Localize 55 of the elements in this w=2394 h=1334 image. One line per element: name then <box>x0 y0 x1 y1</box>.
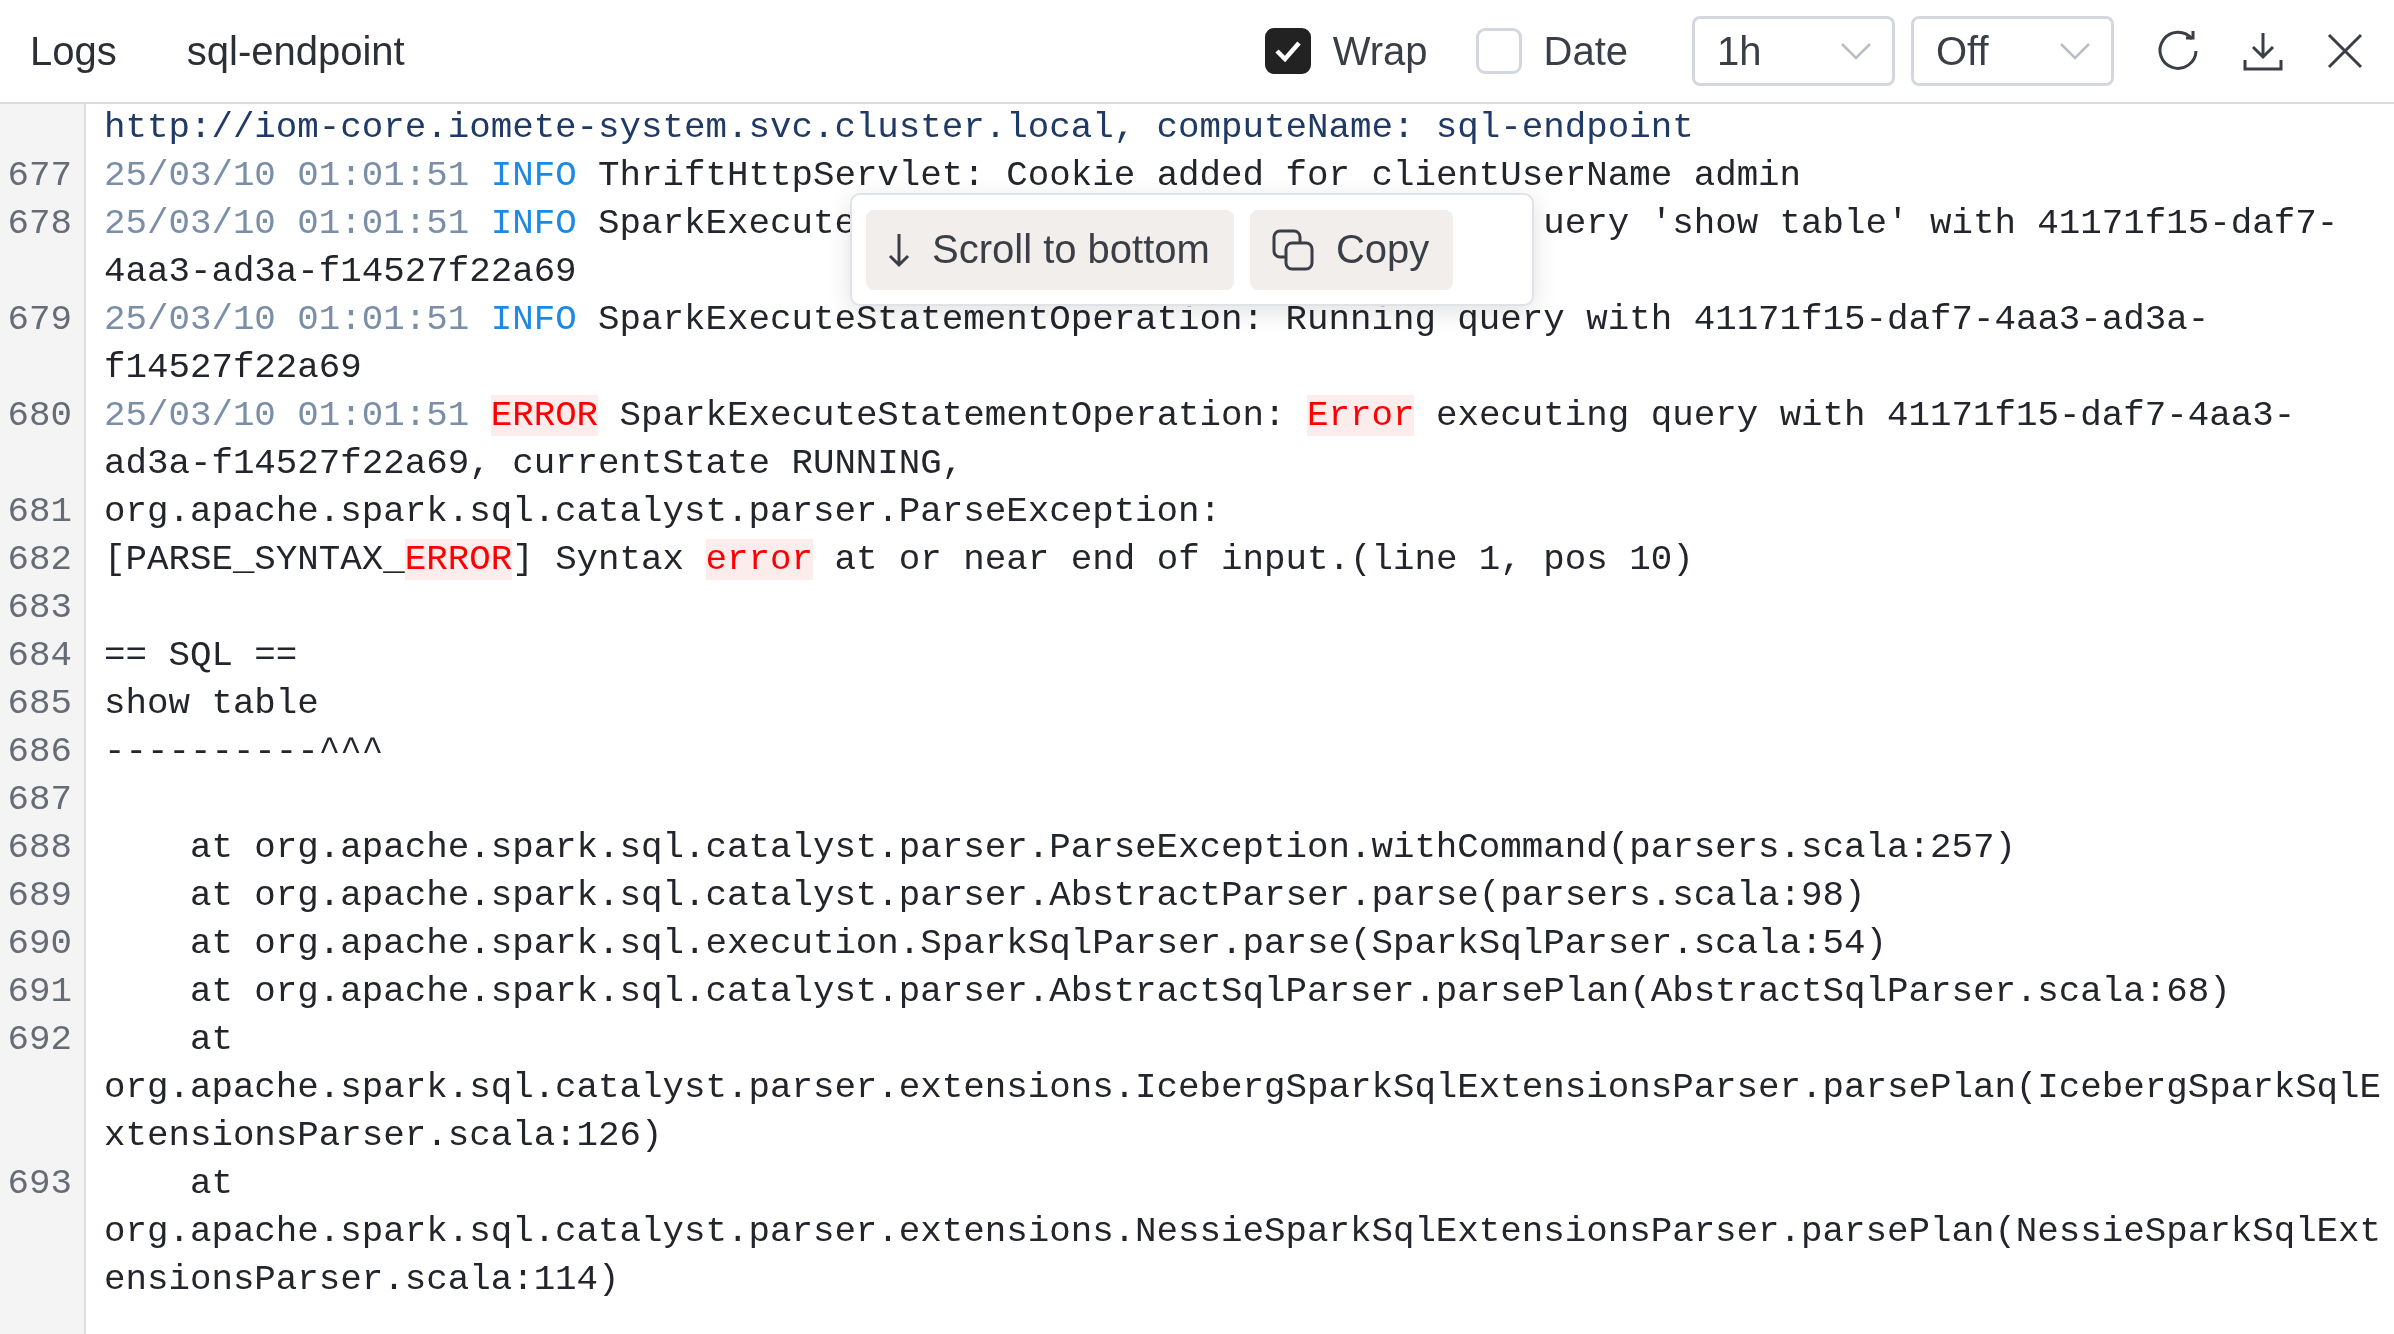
arrow-down-icon <box>888 231 910 268</box>
line-number: 679 <box>7 299 72 340</box>
download-icon[interactable] <box>2242 30 2284 72</box>
log-text: at org.apache.spark.sql.catalyst.parser.AbstractParser.parse(parsers.scala:98) <box>188 875 1866 916</box>
copy-icon <box>1271 228 1314 271</box>
log-text: at org.apache.spark.sql.execution.SparkSqlParser.parse(SparkSqlParser.scala:54) <box>188 923 1887 964</box>
line-number: 680 <box>7 395 72 436</box>
log-text: org.apache.spark.sql.catalyst.parser.extensions.IcebergSparkSqlExtensionsParser.parsePlan(IcebergSparkSqlE <box>104 1067 2382 1108</box>
line-number: 681 <box>7 491 72 532</box>
log-text: at org.apache.spark.sql.catalyst.parser.ParseException.withCommand(parsers.scala:257) <box>188 827 2016 868</box>
log-text: 25/03/10 01:01:51 ERROR SparkExecuteStatementOperation: Error executing query with 41171f15-daf7-4aa3- <box>104 395 2296 436</box>
toolbar-button[interactable]: Copy <box>1249 209 1454 290</box>
log-text: ----------^^^ <box>104 731 384 772</box>
line-number: 690 <box>7 923 72 964</box>
checkbox-label[interactable]: Date <box>1543 28 1628 74</box>
line-number: 682 <box>7 539 72 580</box>
checkmark-icon <box>1273 40 1302 62</box>
line-number: 691 <box>7 971 72 1012</box>
line-number: 686 <box>7 731 72 772</box>
line-number: 683 <box>7 587 72 628</box>
log-text: 4aa3-ad3a-f14527f22a69 <box>104 251 577 292</box>
log-text: ensionsParser.scala:114) <box>104 1259 620 1300</box>
line-number: 678 <box>7 203 72 244</box>
log-text: show table <box>104 683 319 724</box>
dropdown[interactable]: Off <box>1911 16 2114 86</box>
line-number: 684 <box>7 635 72 676</box>
log-text: xtensionsParser.scala:126) <box>104 1115 663 1156</box>
chevron-down-icon <box>1840 42 1872 60</box>
log-text: at org.apache.spark.sql.catalyst.parser.AbstractSqlParser.parsePlan(AbstractSqlParser.scala:68) <box>188 971 2231 1012</box>
log-text: ad3a-f14527f22a69, currentState RUNNING, <box>104 443 964 484</box>
refresh-icon[interactable] <box>2156 29 2200 73</box>
line-number: 692 <box>7 1019 72 1060</box>
line-number: 677 <box>7 155 72 196</box>
checkbox-label[interactable]: Wrap <box>1332 28 1428 74</box>
source-name: sql-endpoint <box>186 28 405 74</box>
checkbox[interactable] <box>1264 28 1311 74</box>
log-text: 25/03/10 01:01:51 INFO ThriftHttpServlet: Cookie added for clientUserName admin <box>104 155 1802 196</box>
log-text: == SQL == <box>104 635 298 676</box>
line-number: 687 <box>7 779 72 820</box>
line-number: 688 <box>7 827 72 868</box>
line-number: 685 <box>7 683 72 724</box>
log-text: http://iom-core.iomete-system.svc.cluster.local, computeName: sql-endpoint <box>104 107 1694 148</box>
log-text: org.apache.spark.sql.catalyst.parser.ParseException: <box>104 491 1222 532</box>
log-text: at <box>188 1019 233 1060</box>
log-text: 25/03/10 01:01:51 INFO SparkExecuteStatementOperation: Running query with 41171f15-daf7-4aa3-ad3a- <box>104 299 2210 340</box>
panel-title: Logs <box>30 28 117 74</box>
log-text: [PARSE_SYNTAX_ERROR] Syntax error at or near end of input.(line 1, pos 10) <box>104 539 1694 580</box>
log-text: at <box>188 1163 233 1204</box>
dropdown[interactable]: 1h <box>1692 16 1895 86</box>
line-number: 693 <box>7 1163 72 1204</box>
log-text: org.apache.spark.sql.catalyst.parser.extensions.NessieSparkSqlExtensionsParser.parsePlan(NessieSparkSqlExt <box>104 1211 2382 1252</box>
close-icon[interactable] <box>2326 32 2364 70</box>
line-number: 689 <box>7 875 72 916</box>
chevron-down-icon <box>2059 42 2091 60</box>
log-text: f14527f22a69 <box>104 347 362 388</box>
